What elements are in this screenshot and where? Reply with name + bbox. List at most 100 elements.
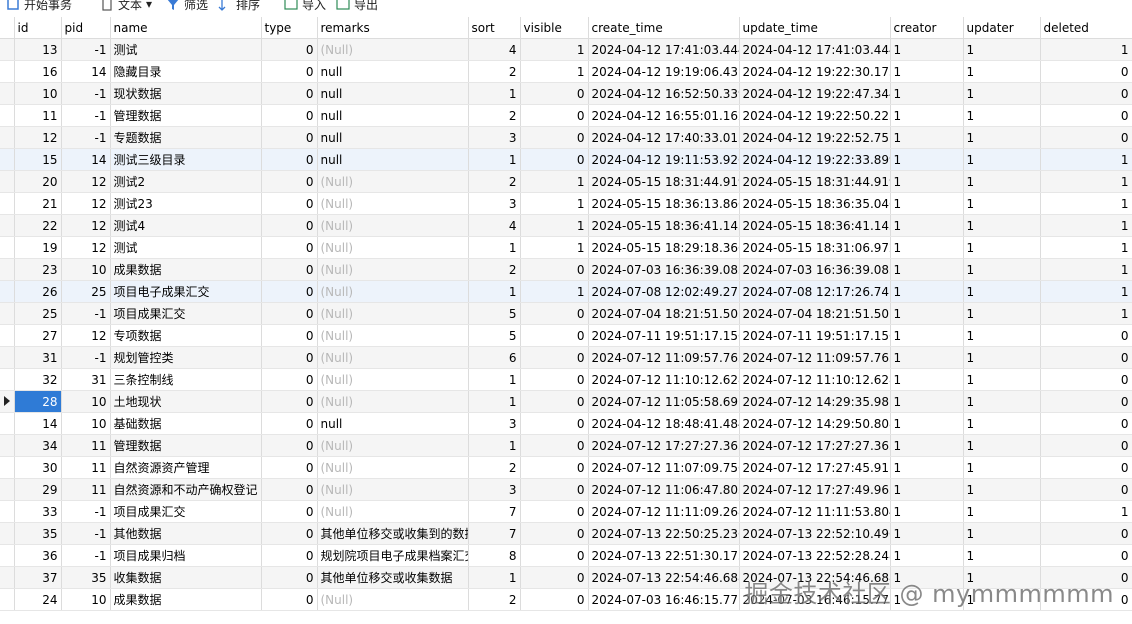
cell-type[interactable]: 0 [261,324,318,347]
cell-create_time[interactable]: 2024-07-12 11:11:09.268 [588,500,740,523]
cell-visible[interactable]: 0 [520,258,589,281]
cell-name[interactable]: 自然资源资产管理 [110,456,262,479]
cell-visible[interactable]: 1 [520,214,589,237]
cell-deleted[interactable]: 0 [1040,104,1132,127]
row-indicator[interactable] [0,434,15,457]
cell-create_time[interactable]: 2024-05-15 18:31:44.919 [588,170,740,193]
cell-remarks[interactable]: null [317,412,469,435]
cell-pid[interactable]: -1 [61,522,111,545]
table-row[interactable]: 26 25 项目电子成果汇交 0 (Null) 1 1 2024-07-08 12:02:49… [0,280,1132,303]
cell-id[interactable]: 10 [14,82,62,105]
row-indicator[interactable] [0,544,15,567]
cell-updater[interactable]: 1 [963,280,1041,303]
cell-id[interactable]: 28 [14,390,62,413]
cell-pid[interactable]: 31 [61,368,111,391]
cell-deleted[interactable]: 1 [1040,258,1132,281]
cell-create_time[interactable]: 2024-04-12 16:55:01.162 [588,104,740,127]
cell-name[interactable]: 隐藏目录 [110,60,262,83]
cell-updater[interactable]: 1 [963,82,1041,105]
table-row[interactable]: 28 10 土地现状 0 (Null) 1 0 2024-07-12 11:05:58.691… [0,390,1132,413]
cell-id[interactable]: 26 [14,280,62,303]
cell-update_time[interactable]: 2024-07-12 14:29:50.808 [739,412,891,435]
cell-creator[interactable]: 1 [890,390,964,413]
cell-name[interactable]: 测试 [110,38,262,61]
cell-type[interactable]: 0 [261,214,318,237]
cell-pid[interactable]: -1 [61,500,111,523]
cell-remarks[interactable]: null [317,60,469,83]
cell-name[interactable]: 管理数据 [110,434,262,457]
column-header[interactable]: name [110,17,262,39]
cell-id[interactable]: 30 [14,456,62,479]
cell-type[interactable]: 0 [261,280,318,303]
cell-remarks[interactable]: (Null) [317,258,469,281]
cell-name[interactable]: 测试4 [110,214,262,237]
cell-type[interactable]: 0 [261,588,318,611]
cell-create_time[interactable]: 2024-05-15 18:36:13.866 [588,192,740,215]
cell-pid[interactable]: -1 [61,346,111,369]
cell-id[interactable]: 12 [14,126,62,149]
cell-create_time[interactable]: 2024-07-03 16:36:39.083 [588,258,740,281]
cell-visible[interactable]: 0 [520,302,589,325]
cell-deleted[interactable]: 1 [1040,214,1132,237]
cell-name[interactable]: 专题数据 [110,126,262,149]
cell-sort[interactable]: 3 [468,126,521,149]
cell-name[interactable]: 测试三级目录 [110,148,262,171]
cell-type[interactable]: 0 [261,500,318,523]
cell-creator[interactable]: 1 [890,148,964,171]
cell-deleted[interactable]: 0 [1040,434,1132,457]
cell-remarks[interactable]: null [317,82,469,105]
cell-id[interactable]: 20 [14,170,62,193]
cell-type[interactable]: 0 [261,522,318,545]
row-indicator[interactable] [0,148,15,171]
cell-updater[interactable]: 1 [963,478,1041,501]
cell-updater[interactable]: 1 [963,434,1041,457]
row-indicator[interactable] [0,258,15,281]
cell-remarks[interactable]: (Null) [317,214,469,237]
cell-type[interactable]: 0 [261,566,318,589]
cell-name[interactable]: 项目电子成果汇交 [110,280,262,303]
column-header[interactable]: visible [520,17,589,39]
cell-sort[interactable]: 8 [468,544,521,567]
cell-name[interactable]: 规划管控类 [110,346,262,369]
cell-updater[interactable]: 1 [963,104,1041,127]
filter-button[interactable]: 筛选 [166,0,208,14]
cell-creator[interactable]: 1 [890,324,964,347]
cell-type[interactable]: 0 [261,104,318,127]
row-indicator[interactable] [0,478,15,501]
table-row[interactable]: 30 11 自然资源资产管理 0 (Null) 2 0 2024-07-12 11:07:09… [0,456,1132,479]
row-indicator[interactable] [0,456,15,479]
cell-id[interactable]: 15 [14,148,62,171]
cell-id[interactable]: 36 [14,544,62,567]
cell-pid[interactable]: 11 [61,434,111,457]
cell-type[interactable]: 0 [261,258,318,281]
cell-deleted[interactable]: 0 [1040,368,1132,391]
cell-deleted[interactable]: 0 [1040,82,1132,105]
cell-creator[interactable]: 1 [890,412,964,435]
cell-create_time[interactable]: 2024-07-12 11:09:57.765 [588,346,740,369]
cell-pid[interactable]: 35 [61,566,111,589]
table-row[interactable]: 20 12 测试2 0 (Null) 2 1 2024-05-15 18:31:44.919 2… [0,170,1132,193]
cell-id[interactable]: 33 [14,500,62,523]
cell-updater[interactable]: 1 [963,38,1041,61]
cell-creator[interactable]: 1 [890,258,964,281]
cell-deleted[interactable]: 1 [1040,500,1132,523]
cell-id[interactable]: 29 [14,478,62,501]
cell-visible[interactable]: 0 [520,324,589,347]
export-button[interactable]: 导出 [336,0,378,14]
cell-updater[interactable]: 1 [963,60,1041,83]
cell-create_time[interactable]: 2024-07-13 22:50:25.236 [588,522,740,545]
cell-visible[interactable]: 0 [520,346,589,369]
cell-pid[interactable]: 11 [61,456,111,479]
cell-updater[interactable]: 1 [963,544,1041,567]
cell-pid[interactable]: 11 [61,478,111,501]
row-indicator[interactable] [0,280,15,303]
cell-deleted[interactable]: 0 [1040,60,1132,83]
cell-pid[interactable]: 12 [61,236,111,259]
row-indicator[interactable] [0,236,15,259]
cell-visible[interactable]: 0 [520,148,589,171]
cell-deleted[interactable]: 0 [1040,126,1132,149]
cell-create_time[interactable]: 2024-07-12 11:07:09.756 [588,456,740,479]
cell-name[interactable]: 成果数据 [110,258,262,281]
row-indicator[interactable] [0,412,15,435]
cell-update_time[interactable]: 2024-04-12 19:22:52.757 [739,126,891,149]
